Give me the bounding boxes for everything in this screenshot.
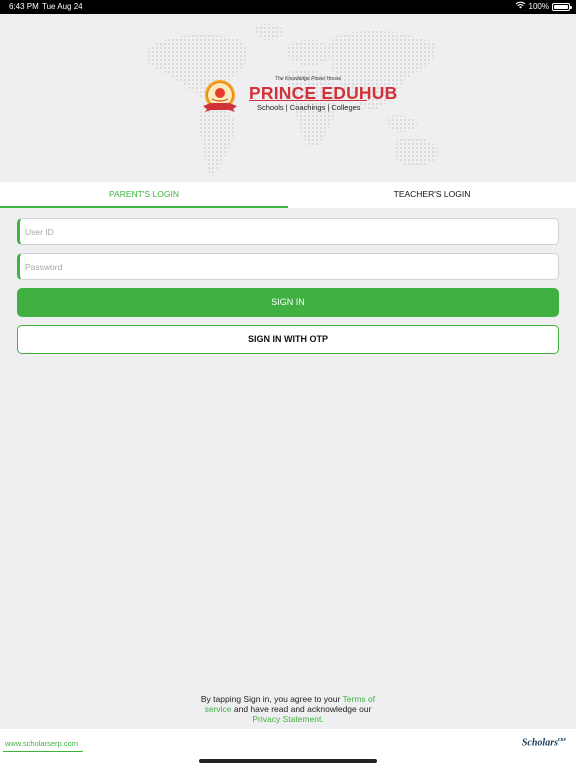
terms-notice: By tapping Sign in, you agree to your Te…: [190, 694, 386, 724]
battery-fill: [554, 5, 568, 9]
terms-prefix: By tapping Sign in, you agree to your: [200, 694, 341, 704]
status-date: Tue Aug 24: [42, 2, 83, 11]
header-banner: The Knowledge Power House PRINCE EDUHUB …: [0, 14, 576, 182]
sign-in-button[interactable]: SIGN IN: [17, 288, 559, 317]
status-bar: 6:43 PM Tue Aug 24 100%: [0, 0, 576, 14]
wifi-icon: [515, 0, 526, 14]
tab-teachers-login[interactable]: TEACHER'S LOGIN: [288, 182, 576, 208]
brand-divider: [249, 100, 367, 101]
brand-tagline: The Knowledge Power House: [275, 76, 342, 82]
footer-brand-name: Scholars: [521, 737, 558, 749]
home-indicator[interactable]: [199, 759, 377, 763]
privacy-statement-link[interactable]: Privacy Statement.: [252, 714, 323, 724]
brand-emblem-icon: [203, 80, 237, 112]
brand-subtitle: Schools | Coachings | Colleges: [257, 103, 361, 112]
status-indicators: 100%: [515, 0, 572, 14]
tab-parents-login[interactable]: PARENT'S LOGIN: [0, 182, 288, 208]
website-link[interactable]: www.scholarserp.com: [5, 739, 78, 748]
sign-in-with-otp-button[interactable]: SIGN IN WITH OTP: [17, 325, 559, 354]
battery-icon: [552, 3, 572, 11]
footer-brand-mark: ERP: [558, 737, 566, 742]
website-link-underline: [3, 751, 83, 752]
terms-middle: and have read and acknowledge our: [233, 704, 372, 714]
brand-logo: The Knowledge Power House PRINCE EDUHUB …: [201, 76, 397, 134]
status-time: 6:43 PM: [9, 2, 39, 11]
scholars-erp-logo: ScholarsERP: [522, 737, 566, 748]
battery-percentage: 100%: [528, 2, 549, 11]
user-id-input[interactable]: [17, 218, 559, 245]
password-input[interactable]: [17, 253, 559, 280]
footer: www.scholarserp.com ScholarsERP: [0, 729, 576, 768]
login-tabs: PARENT'S LOGIN TEACHER'S LOGIN: [0, 182, 576, 208]
